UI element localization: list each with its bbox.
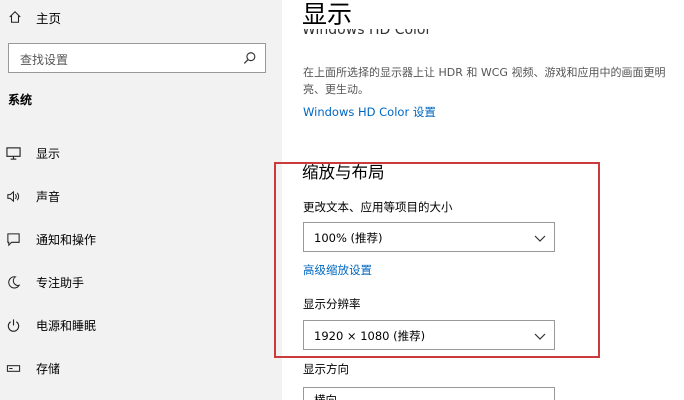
sidebar-item-label: 存储 — [36, 361, 61, 376]
sidebar-item-storage[interactable]: 存储 — [0, 353, 282, 383]
home-icon — [9, 11, 21, 23]
search-placeholder: 查找设置 — [20, 53, 69, 67]
hdr-heading: Windows HD Color — [302, 29, 602, 43]
hdr-heading-text: Windows HD Color — [302, 29, 432, 38]
highlight-box — [274, 162, 600, 358]
sidebar-item-notifications[interactable]: 通知和操作 — [0, 224, 282, 254]
hdr-description: 在上面所选择的显示器上让 HDR 和 WCG 视频、游戏和应用中的画面更明亮、更… — [303, 66, 666, 96]
power-icon — [7, 319, 20, 332]
sidebar-item-label: 电源和睡眠 — [36, 318, 97, 333]
orientation-label: 显示方向 — [303, 362, 349, 376]
sidebar-item-focus-assist[interactable]: 专注助手 — [0, 267, 282, 297]
search-input[interactable]: 查找设置 — [8, 43, 266, 73]
sidebar: 主页 查找设置 系统 显示 声音 通知和操作 专注助手 电源和睡眠 存储 — [0, 0, 282, 400]
notification-icon — [7, 233, 20, 247]
speaker-icon — [7, 190, 20, 203]
moon-icon — [8, 276, 21, 289]
sidebar-item-label: 通知和操作 — [36, 232, 97, 247]
storage-icon — [6, 365, 21, 372]
sidebar-item-display[interactable]: 显示 — [0, 138, 282, 168]
sidebar-item-power-sleep[interactable]: 电源和睡眠 — [0, 310, 282, 340]
sidebar-item-label: 专注助手 — [36, 275, 85, 290]
monitor-icon — [6, 147, 21, 160]
sidebar-item-label: 显示 — [36, 146, 61, 161]
orientation-dropdown[interactable]: 横向 — [303, 387, 555, 400]
home-label: 主页 — [36, 10, 62, 26]
search-icon[interactable] — [243, 51, 257, 65]
settings-window: 主页 查找设置 系统 显示 声音 通知和操作 专注助手 电源和睡眠 存储 显示 … — [0, 0, 684, 400]
section-title-system: 系统 — [8, 93, 33, 107]
sidebar-item-label: 声音 — [36, 189, 61, 204]
windows-hd-color-settings-link[interactable]: Windows HD Color 设置 — [303, 104, 436, 120]
orientation-value: 横向 — [314, 393, 337, 400]
sidebar-item-sound[interactable]: 声音 — [0, 181, 282, 211]
home-button[interactable]: 主页 — [8, 6, 61, 28]
